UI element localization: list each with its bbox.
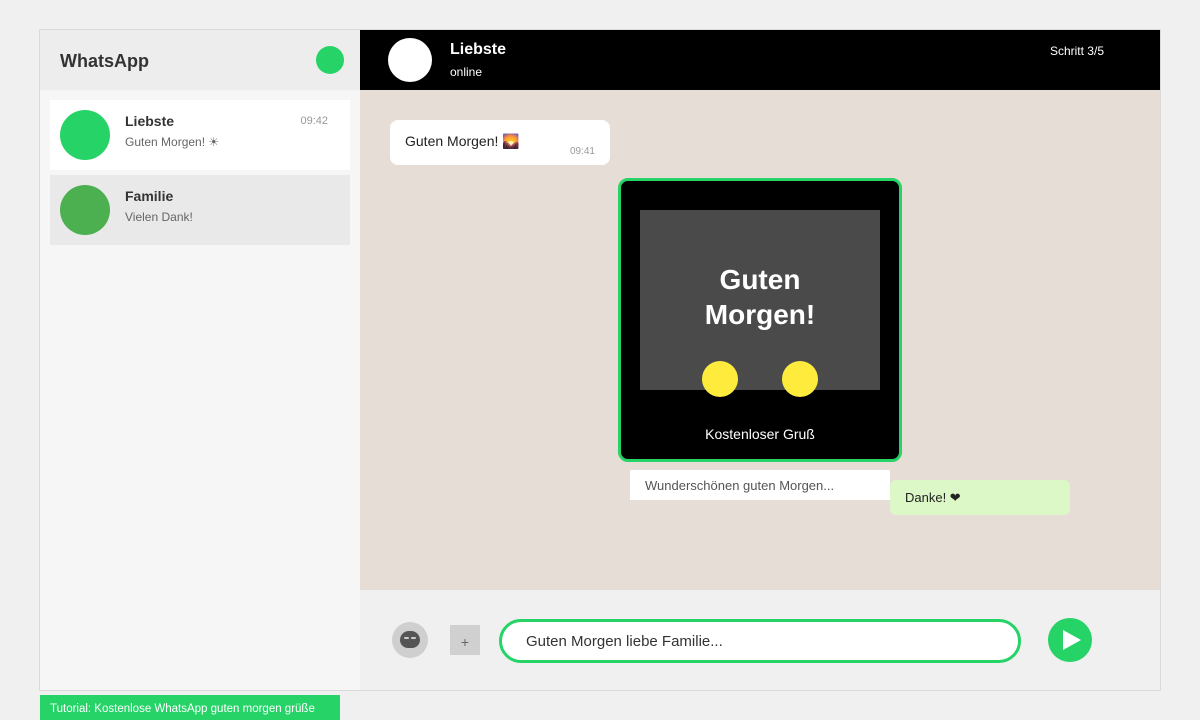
sidebar-header: WhatsApp bbox=[40, 30, 360, 90]
message-time: 09:41 bbox=[569, 146, 595, 157]
card-title-line2: Morgen! bbox=[704, 299, 816, 330]
emoji-button[interactable] bbox=[392, 622, 428, 658]
emoji-icon bbox=[400, 631, 420, 648]
composer-bar: + bbox=[360, 590, 1160, 690]
chat-name: Familie bbox=[125, 188, 174, 204]
whatsapp-window: WhatsApp Liebste Guten Morgen! ☀ 09:42 F… bbox=[39, 29, 1161, 691]
tutorial-step: Schritt 3/5 bbox=[1049, 44, 1104, 58]
chat-item-liebste[interactable]: Liebste Guten Morgen! ☀ 09:42 bbox=[50, 100, 350, 170]
greeting-card-image[interactable]: Guten Morgen! Kostenloser Gruß bbox=[618, 178, 902, 462]
card-caption: Kostenloser Gruß bbox=[705, 426, 815, 442]
card-title: Guten Morgen! bbox=[640, 262, 880, 332]
app-title: WhatsApp bbox=[60, 51, 149, 71]
chat-header: Liebste online Schritt 3/5 bbox=[360, 30, 1160, 90]
chat-preview: Guten Morgen! ☀ bbox=[125, 135, 220, 149]
message-input[interactable] bbox=[499, 619, 1021, 663]
outgoing-message: Danke! ❤ bbox=[890, 480, 1070, 515]
sun-icon bbox=[702, 361, 738, 397]
chat-sidebar: WhatsApp Liebste Guten Morgen! ☀ 09:42 F… bbox=[40, 30, 360, 690]
attach-button[interactable]: + bbox=[450, 625, 480, 655]
tutorial-banner: Tutorial: Kostenlose WhatsApp guten morg… bbox=[40, 695, 340, 720]
send-button[interactable] bbox=[1048, 618, 1092, 662]
incoming-message: Guten Morgen! 🌄 09:41 bbox=[390, 120, 610, 165]
message-area: Guten Morgen! 🌄 09:41 Guten Morgen! Kost… bbox=[360, 90, 1160, 590]
chat-name: Liebste bbox=[125, 113, 175, 129]
chat-preview: Vielen Dank! bbox=[125, 210, 193, 224]
status-icon[interactable] bbox=[316, 46, 344, 74]
contact-status: online bbox=[450, 65, 483, 79]
message-text: Guten Morgen! 🌄 bbox=[405, 133, 520, 149]
contact-avatar[interactable] bbox=[388, 38, 432, 82]
card-title-line1: Guten bbox=[719, 264, 801, 295]
sun-icon bbox=[782, 361, 818, 397]
chat-time: 09:42 bbox=[300, 115, 328, 127]
image-caption: Wunderschönen guten Morgen... bbox=[630, 470, 890, 500]
chat-item-familie[interactable]: Familie Vielen Dank! bbox=[50, 175, 350, 245]
contact-name: Liebste bbox=[450, 41, 507, 58]
avatar bbox=[60, 185, 110, 235]
avatar bbox=[60, 110, 110, 160]
send-icon bbox=[1063, 630, 1081, 650]
card-picture: Guten Morgen! bbox=[640, 210, 880, 390]
